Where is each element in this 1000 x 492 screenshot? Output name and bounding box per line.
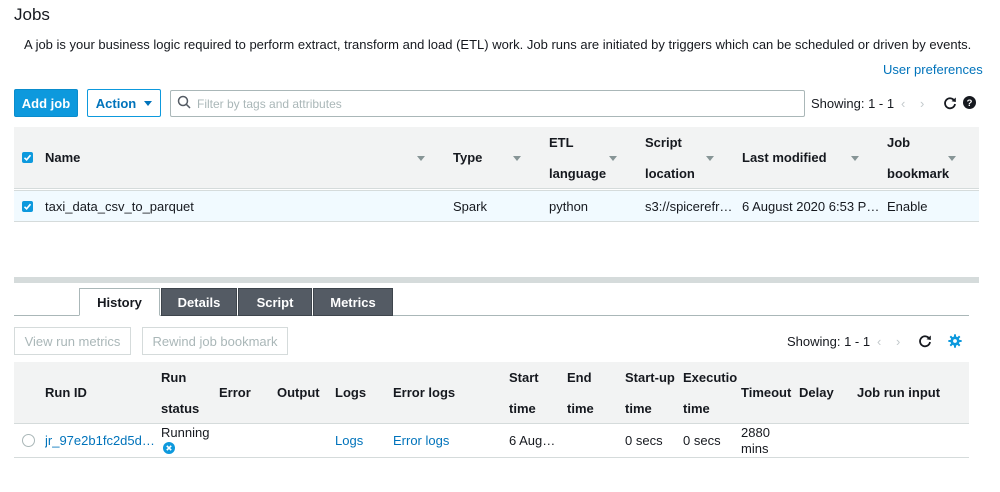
logs-link[interactable]: Logs (335, 433, 363, 448)
history-table-header: Run ID Run status Error Output Logs Erro… (14, 362, 969, 424)
column-execution-time-line1: Executio (683, 370, 738, 385)
column-etl-language-line1[interactable]: ETL (549, 127, 574, 158)
tab-metrics[interactable]: Metrics (313, 288, 393, 316)
column-end-time-line1: End (567, 370, 592, 385)
sort-caret-icon[interactable] (513, 156, 521, 161)
run-timeout-value: 2880 (741, 425, 770, 440)
column-logs: Logs (335, 385, 367, 400)
error-logs-link[interactable]: Error logs (393, 433, 449, 448)
add-job-button[interactable]: Add job (14, 89, 78, 117)
column-error: Error (219, 385, 251, 400)
user-preferences-link[interactable]: User preferences (883, 62, 983, 77)
row-checkbox[interactable] (22, 201, 33, 212)
tab-script[interactable]: Script (238, 288, 312, 316)
history-showing-count: Showing: 1 - 1 (787, 334, 871, 349)
column-etl-language-line2[interactable]: language (549, 158, 606, 189)
view-run-metrics-button[interactable]: View run metrics (14, 327, 131, 355)
sort-caret-icon[interactable] (948, 156, 956, 161)
column-job-bookmark-line1[interactable]: Job (887, 127, 910, 158)
column-script-location-line1[interactable]: Script (645, 127, 682, 158)
rewind-job-bookmark-button[interactable]: Rewind job bookmark (142, 327, 288, 355)
chevron-left-icon[interactable]: ‹ (877, 334, 881, 349)
chevron-right-icon[interactable]: › (896, 334, 900, 349)
refresh-icon[interactable] (918, 334, 932, 348)
column-end-time-line2: time (567, 401, 594, 416)
cancel-run-icon[interactable] (163, 442, 175, 457)
tab-history[interactable]: History (79, 288, 160, 316)
job-last-modified: 6 August 2020 6:53 P… (742, 199, 880, 214)
column-job-run-input: Job run input (857, 385, 941, 400)
search-icon (177, 95, 191, 112)
page-title: Jobs (14, 5, 50, 24)
column-run-id: Run ID (45, 385, 87, 400)
column-output: Output (277, 385, 320, 400)
chevron-right-icon[interactable]: › (920, 96, 924, 111)
column-run-status-line1: Run (161, 370, 187, 385)
run-execution-time: 0 secs (683, 433, 721, 448)
run-timeout-unit: mins (741, 441, 769, 456)
sort-caret-icon[interactable] (609, 156, 617, 161)
column-start-time-line1: Start (509, 370, 539, 385)
sort-caret-icon[interactable] (851, 156, 859, 161)
row-radio-button[interactable] (22, 434, 35, 447)
job-etl-language: python (549, 199, 589, 214)
run-start-time: 6 Aug… (509, 433, 556, 448)
refresh-icon[interactable] (943, 96, 957, 110)
add-job-label: Add job (21, 95, 71, 111)
column-type[interactable]: Type (453, 142, 482, 173)
job-bookmark: Enable (887, 199, 928, 214)
jobs-table-header: Name Type ETL language Script location L… (14, 127, 979, 189)
job-type: Spark (453, 199, 487, 214)
column-name[interactable]: Name (45, 142, 80, 173)
search-field[interactable] (170, 90, 805, 117)
jobs-showing-count: Showing: 1 - 1 (811, 96, 895, 111)
column-execution-time-line2: time (683, 401, 710, 416)
column-job-bookmark-line2[interactable]: bookmark (887, 158, 949, 189)
column-last-modified[interactable]: Last modified (742, 142, 827, 173)
select-all-checkbox[interactable] (22, 152, 33, 163)
settings-icon[interactable] (948, 334, 962, 348)
action-label: Action (95, 95, 137, 111)
column-startup-time-line2: time (625, 401, 652, 416)
page-description: A job is your business logic required to… (24, 37, 972, 52)
action-dropdown-button[interactable]: Action (87, 89, 161, 117)
column-error-logs: Error logs (393, 385, 456, 400)
sort-caret-icon[interactable] (706, 156, 714, 161)
run-status: Running (161, 425, 210, 440)
column-timeout: Timeout (741, 385, 792, 400)
column-script-location-line2[interactable]: location (645, 158, 695, 189)
run-startup-time: 0 secs (625, 433, 663, 448)
run-id-link[interactable]: jr_97e2b1fc2d5d… (45, 433, 157, 448)
job-name[interactable]: taxi_data_csv_to_parquet (45, 199, 194, 214)
column-startup-time-line1: Start-up (625, 370, 675, 385)
job-script-location: s3://spicerefr… (645, 199, 733, 214)
sort-caret-icon[interactable] (417, 156, 425, 161)
table-row[interactable]: taxi_data_csv_to_parquet Spark python s3… (14, 190, 979, 222)
column-delay: Delay (799, 385, 834, 400)
panel-resize-handle[interactable] (14, 277, 979, 283)
tab-details[interactable]: Details (161, 288, 237, 316)
svg-text:?: ? (967, 98, 973, 109)
column-start-time-line2: time (509, 401, 536, 416)
help-icon[interactable]: ? (963, 96, 976, 109)
caret-down-icon (144, 100, 153, 106)
chevron-left-icon[interactable]: ‹ (901, 96, 905, 111)
table-row[interactable]: jr_97e2b1fc2d5d… Running Logs Error logs… (14, 424, 969, 458)
search-input[interactable] (197, 96, 804, 111)
column-run-status-line2: status (161, 401, 200, 416)
